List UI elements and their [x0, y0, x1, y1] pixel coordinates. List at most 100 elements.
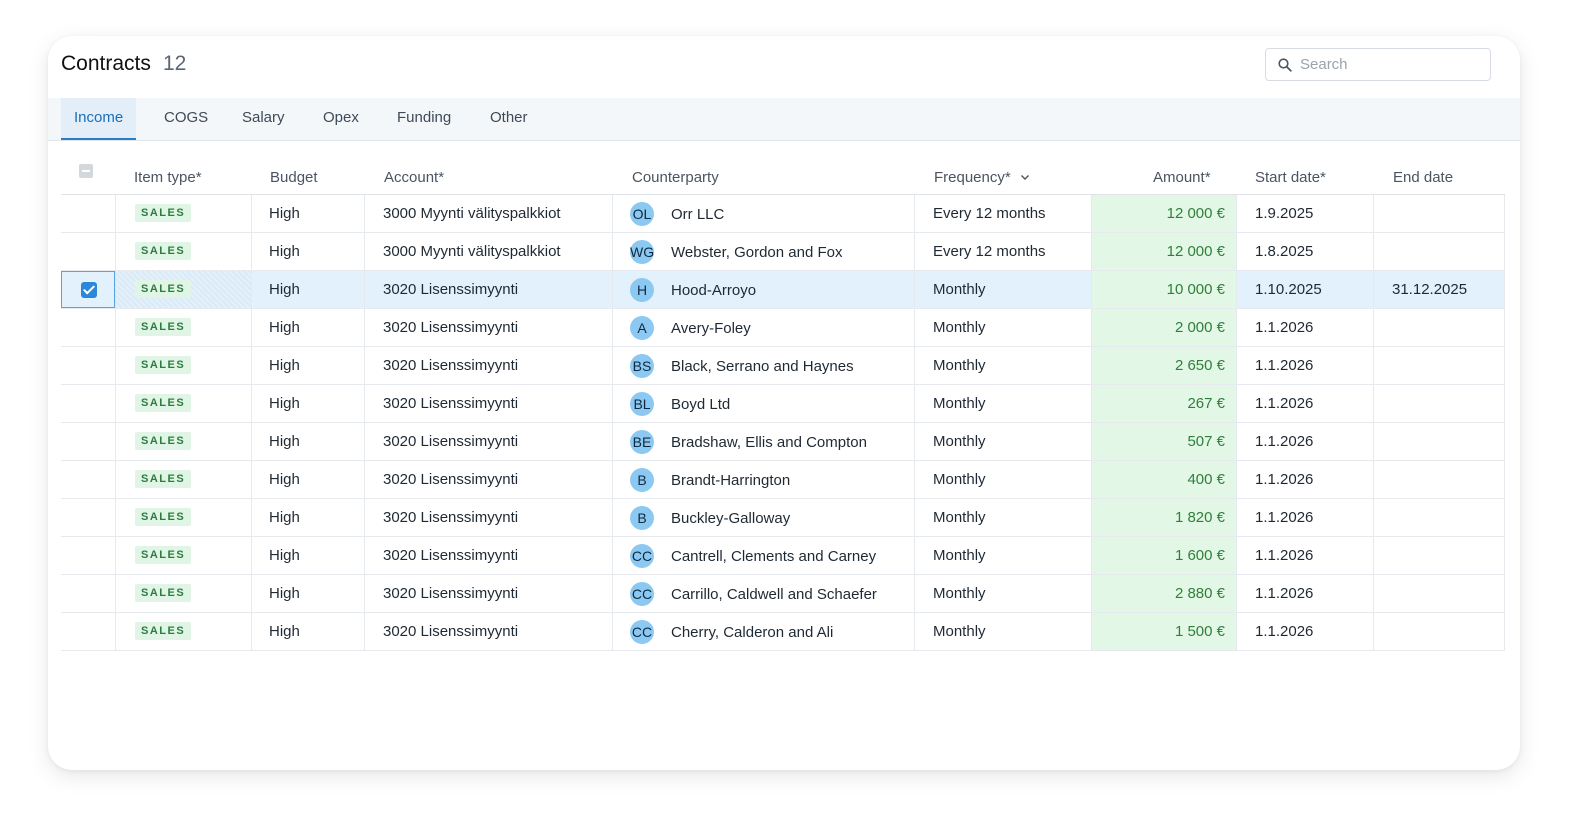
column-header-account[interactable]: Account*: [384, 156, 444, 194]
start-date-cell[interactable]: 1.1.2026: [1236, 347, 1373, 384]
frequency-cell[interactable]: Monthly: [914, 423, 1091, 460]
end-date-cell[interactable]: [1373, 195, 1504, 232]
account-cell[interactable]: 3020 Lisenssimyynti: [364, 499, 612, 536]
account-cell[interactable]: 3020 Lisenssimyynti: [364, 271, 612, 308]
tab-salary[interactable]: Salary: [229, 98, 298, 140]
end-date-cell[interactable]: [1373, 613, 1504, 650]
amount-cell[interactable]: 2 880 €: [1092, 575, 1236, 612]
frequency-cell[interactable]: Monthly: [914, 575, 1091, 612]
start-date-cell[interactable]: 1.10.2025: [1236, 271, 1373, 308]
amount-cell[interactable]: 10 000 €: [1092, 271, 1236, 308]
start-date-cell[interactable]: 1.1.2026: [1236, 385, 1373, 422]
budget-cell[interactable]: High: [251, 613, 364, 650]
counterparty-cell[interactable]: CC Carrillo, Caldwell and Schaefer: [612, 575, 914, 612]
frequency-cell[interactable]: Monthly: [914, 537, 1091, 574]
budget-cell[interactable]: High: [251, 537, 364, 574]
frequency-cell[interactable]: Monthly: [914, 461, 1091, 498]
item-type-cell[interactable]: SALES: [115, 423, 251, 460]
account-cell[interactable]: 3020 Lisenssimyynti: [364, 575, 612, 612]
row-select-cell[interactable]: [61, 423, 115, 460]
account-cell[interactable]: 3020 Lisenssimyynti: [364, 385, 612, 422]
start-date-cell[interactable]: 1.1.2026: [1236, 575, 1373, 612]
start-date-cell[interactable]: 1.1.2026: [1236, 461, 1373, 498]
budget-cell[interactable]: High: [251, 461, 364, 498]
frequency-cell[interactable]: Every 12 months: [914, 233, 1091, 270]
budget-cell[interactable]: High: [251, 347, 364, 384]
end-date-cell[interactable]: 31.12.2025: [1373, 271, 1504, 308]
row-select-cell[interactable]: [61, 499, 115, 536]
table-row[interactable]: SALES High 3000 Myynti välityspalkkiot WG We…: [61, 233, 1505, 271]
account-cell[interactable]: 3020 Lisenssimyynti: [364, 461, 612, 498]
frequency-cell[interactable]: Monthly: [914, 613, 1091, 650]
end-date-cell[interactable]: [1373, 499, 1504, 536]
frequency-cell[interactable]: Every 12 months: [914, 195, 1091, 232]
row-select-cell[interactable]: [61, 385, 115, 422]
frequency-cell[interactable]: Monthly: [914, 347, 1091, 384]
table-row[interactable]: SALES High 3000 Myynti välityspalkkiot OL Or…: [61, 195, 1505, 233]
row-select-cell[interactable]: [61, 309, 115, 346]
budget-cell[interactable]: High: [251, 423, 364, 460]
start-date-cell[interactable]: 1.1.2026: [1236, 499, 1373, 536]
row-select-cell[interactable]: [61, 461, 115, 498]
amount-cell[interactable]: 1 820 €: [1092, 499, 1236, 536]
start-date-cell[interactable]: 1.1.2026: [1236, 537, 1373, 574]
table-row[interactable]: SALES High 3020 Lisenssimyynti B Brandt-Harr…: [61, 461, 1505, 499]
amount-cell[interactable]: 2 000 €: [1092, 309, 1236, 346]
start-date-cell[interactable]: 1.9.2025: [1236, 195, 1373, 232]
tab-income[interactable]: Income: [61, 98, 137, 140]
tab-other[interactable]: Other: [477, 98, 541, 140]
counterparty-cell[interactable]: B Brandt-Harrington: [612, 461, 914, 498]
table-row[interactable]: SALES High 3020 Lisenssimyynti CC Carrillo, …: [61, 575, 1505, 613]
amount-cell[interactable]: 267 €: [1092, 385, 1236, 422]
counterparty-cell[interactable]: A Avery-Foley: [612, 309, 914, 346]
end-date-cell[interactable]: [1373, 537, 1504, 574]
search-box[interactable]: [1265, 48, 1491, 81]
budget-cell[interactable]: High: [251, 309, 364, 346]
account-cell[interactable]: 3000 Myynti välityspalkkiot: [364, 233, 612, 270]
start-date-cell[interactable]: 1.1.2026: [1236, 423, 1373, 460]
row-select-cell[interactable]: [61, 233, 115, 270]
counterparty-cell[interactable]: BE Bradshaw, Ellis and Compton: [612, 423, 914, 460]
item-type-cell[interactable]: SALES: [115, 233, 251, 270]
column-header-item-type[interactable]: Item type*: [134, 156, 202, 194]
table-row[interactable]: SALES High 3020 Lisenssimyynti BS Black, Ser…: [61, 347, 1505, 385]
budget-cell[interactable]: High: [251, 195, 364, 232]
table-row[interactable]: SALES High 3020 Lisenssimyynti A Avery-Foley…: [61, 309, 1505, 347]
budget-cell[interactable]: High: [251, 385, 364, 422]
end-date-cell[interactable]: [1373, 385, 1504, 422]
select-all-checkbox[interactable]: [79, 164, 93, 178]
counterparty-cell[interactable]: BS Black, Serrano and Haynes: [612, 347, 914, 384]
column-header-budget[interactable]: Budget: [270, 156, 318, 194]
account-cell[interactable]: 3020 Lisenssimyynti: [364, 347, 612, 384]
row-select-cell[interactable]: [61, 537, 115, 574]
table-row[interactable]: SALES High 3020 Lisenssimyynti B Buckley-Gal…: [61, 499, 1505, 537]
counterparty-cell[interactable]: CC Cherry, Calderon and Ali: [612, 613, 914, 650]
item-type-cell[interactable]: SALES: [115, 309, 251, 346]
frequency-cell[interactable]: Monthly: [914, 271, 1091, 308]
start-date-cell[interactable]: 1.1.2026: [1236, 309, 1373, 346]
item-type-cell[interactable]: SALES: [115, 385, 251, 422]
item-type-cell[interactable]: SALES: [115, 499, 251, 536]
end-date-cell[interactable]: [1373, 461, 1504, 498]
table-row[interactable]: SALES High 3020 Lisenssimyynti BL Boyd Ltd Mo…: [61, 385, 1505, 423]
item-type-cell[interactable]: SALES: [115, 195, 251, 232]
search-input[interactable]: [1298, 55, 1482, 74]
account-cell[interactable]: 3020 Lisenssimyynti: [364, 613, 612, 650]
amount-cell[interactable]: 1 600 €: [1092, 537, 1236, 574]
start-date-cell[interactable]: 1.1.2026: [1236, 613, 1373, 650]
account-cell[interactable]: 3020 Lisenssimyynti: [364, 309, 612, 346]
item-type-cell[interactable]: SALES: [115, 347, 251, 384]
counterparty-cell[interactable]: WG Webster, Gordon and Fox: [612, 233, 914, 270]
item-type-cell[interactable]: SALES: [115, 461, 251, 498]
row-select-cell[interactable]: [61, 575, 115, 612]
column-header-counterparty[interactable]: Counterparty: [632, 156, 719, 194]
column-header-frequency[interactable]: Frequency*: [934, 156, 1030, 194]
amount-cell[interactable]: 507 €: [1092, 423, 1236, 460]
end-date-cell[interactable]: [1373, 233, 1504, 270]
item-type-cell[interactable]: SALES: [115, 537, 251, 574]
end-date-cell[interactable]: [1373, 423, 1504, 460]
row-select-cell[interactable]: [61, 195, 115, 232]
amount-cell[interactable]: 12 000 €: [1092, 233, 1236, 270]
budget-cell[interactable]: High: [251, 271, 364, 308]
column-header-amount[interactable]: Amount*: [1153, 156, 1211, 194]
